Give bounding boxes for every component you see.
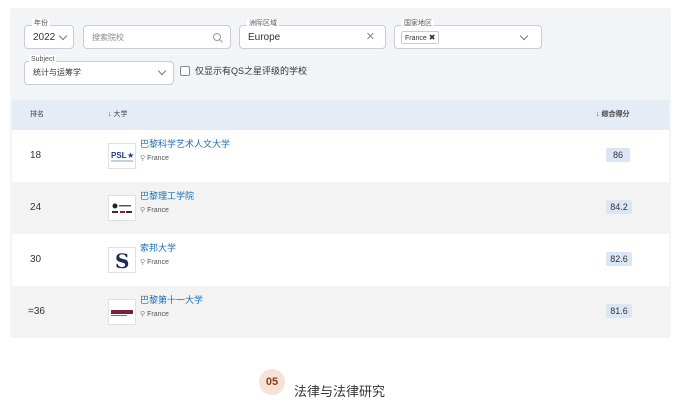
country-chip[interactable]: France ✖ [401,31,440,44]
country-label: 国家地区 [402,19,434,29]
location-label: France [147,207,169,214]
country-select[interactable]: 国家地区 France ✖ [394,19,542,49]
year-label: 年份 [32,19,50,29]
location-pin-icon: ⚲ [140,311,146,318]
region-select[interactable]: 洲际区域 Europe ✕ [239,19,386,49]
university-header[interactable]: ↓ 大学 [108,110,127,120]
score-badge: 82.6 [606,252,632,266]
region-label: 洲际区域 [247,19,279,29]
country-chip-label: France [405,35,427,42]
search-placeholder: 搜索院校 [92,33,124,42]
university-name-link[interactable]: 巴黎科学艺术人文大学 [140,139,230,150]
rank-header[interactable]: 排名 [30,110,44,120]
chevron-down-icon [519,31,529,41]
year-select[interactable]: 年份 2022 [24,19,74,49]
section-title: 法律与法律研究 [294,384,386,399]
location-label: France [147,311,169,318]
section-number-badge: 05 [259,369,285,395]
polytechnique-logo [108,195,136,221]
chip-remove-icon[interactable]: ✖ [429,33,436,42]
region-value: Europe [248,32,281,43]
university-location: ⚲ France [140,258,169,267]
qs-stars-checkbox[interactable] [180,66,190,76]
location-pin-icon: ⚲ [140,155,146,162]
location-pin-icon: ⚲ [140,259,146,266]
university-header-label: 大学 [113,111,128,118]
svg-text:★: ★ [127,151,134,160]
rank-cell: 18 [30,150,42,161]
location-label: France [147,155,169,162]
location-pin-icon: ⚲ [140,207,146,214]
score-badge: 86 [606,148,630,162]
search-input[interactable]: 搜索院校 [83,25,231,49]
year-value: 2022 [33,32,56,43]
score-header-label: 综合得分 [601,111,630,118]
table-row[interactable]: 30 S 索邦大学 ⚲ France 82.6 [12,234,669,286]
university-name-link[interactable]: 巴黎第十一大学 [140,295,203,306]
score-badge: 84.2 [606,200,632,214]
table-row[interactable]: 18 PSL ★ 巴黎科学艺术人文大学 ⚲ France 86 [12,130,669,182]
subject-value: 统计与运筹学 [33,68,81,77]
chevron-down-icon [58,31,68,41]
table-row[interactable]: 24 巴黎理工学院 ⚲ France 84.2 [12,182,669,234]
svg-text:PSL: PSL [111,151,127,160]
psl-logo: PSL ★ [108,143,136,169]
university-name-link[interactable]: 索邦大学 [140,243,176,254]
search-icon [213,33,223,43]
sorbonne-logo: S [108,247,136,273]
clear-icon[interactable]: ✕ [366,32,375,43]
table-row[interactable]: =36 巴黎第十一大学 ⚲ France 81.6 [12,286,669,338]
subject-label: Subject [29,55,57,65]
subject-select[interactable]: Subject 统计与运筹学 [24,55,174,85]
location-label: France [147,259,169,266]
rank-cell: 30 [30,254,42,265]
table-header: 排名 ↓ 大学 ↓ 综合得分 [12,100,669,130]
svg-text:S: S [115,249,129,272]
score-badge: 81.6 [606,304,632,318]
chevron-down-icon [157,66,167,76]
score-header[interactable]: ↓ 综合得分 [596,110,629,120]
university-location: ⚲ France [140,310,169,319]
qs-stars-label: 仅显示有QS之星评级的学校 [195,66,308,76]
university-location: ⚲ France [140,206,169,215]
rank-cell: =36 [28,306,45,317]
paris-saclay-logo [108,299,136,325]
rank-cell: 24 [30,202,42,213]
university-location: ⚲ France [140,154,169,163]
university-name-link[interactable]: 巴黎理工学院 [140,191,194,202]
